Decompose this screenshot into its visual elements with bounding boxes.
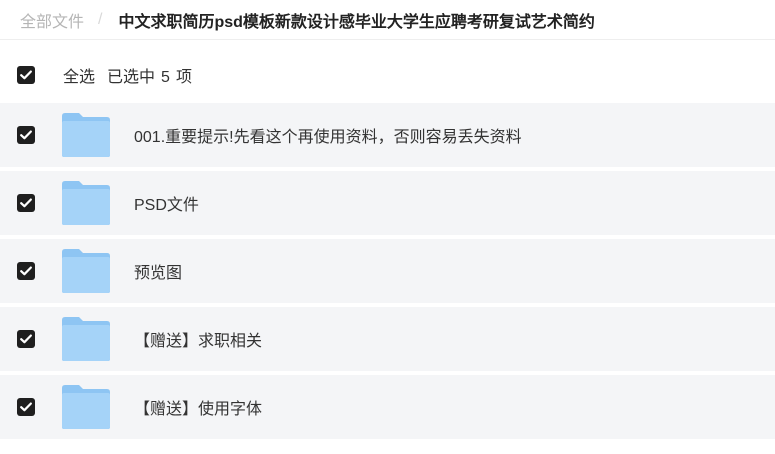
row-checkbox[interactable] bbox=[17, 194, 35, 212]
folder-icon bbox=[62, 385, 110, 429]
row-checkbox[interactable] bbox=[17, 398, 35, 416]
row-checkbox[interactable] bbox=[17, 126, 35, 144]
breadcrumb: 全部文件 / 中文求职简历psd模板新款设计感毕业大学生应聘考研复试艺术简约 bbox=[0, 0, 775, 40]
folder-icon bbox=[62, 317, 110, 361]
row-checkbox[interactable] bbox=[17, 262, 35, 280]
file-row[interactable]: 001.重要提示!先看这个再使用资料，否则容易丢失资料 bbox=[0, 103, 775, 167]
file-name[interactable]: 【赠送】使用字体 bbox=[134, 395, 262, 419]
breadcrumb-root-link[interactable]: 全部文件 bbox=[20, 8, 84, 32]
checkmark-icon bbox=[20, 266, 32, 276]
selected-suffix: 项 bbox=[175, 69, 192, 86]
select-all-checkbox[interactable] bbox=[17, 66, 35, 84]
breadcrumb-separator: / bbox=[98, 10, 103, 28]
checkmark-icon bbox=[20, 334, 32, 344]
selected-prefix: 已选中 bbox=[107, 69, 156, 86]
file-list: 001.重要提示!先看这个再使用资料，否则容易丢失资料 PSD文件 预览图 【赠… bbox=[0, 103, 775, 443]
file-row[interactable]: 预览图 bbox=[0, 239, 775, 303]
file-row[interactable]: 【赠送】使用字体 bbox=[0, 375, 775, 439]
file-name[interactable]: 【赠送】求职相关 bbox=[134, 327, 262, 351]
file-row[interactable]: 【赠送】求职相关 bbox=[0, 307, 775, 371]
breadcrumb-current-folder: 中文求职简历psd模板新款设计感毕业大学生应聘考研复试艺术简约 bbox=[118, 13, 595, 31]
file-name[interactable]: 001.重要提示!先看这个再使用资料，否则容易丢失资料 bbox=[134, 123, 522, 147]
checkmark-icon bbox=[20, 130, 32, 140]
folder-icon bbox=[62, 113, 110, 157]
checkmark-icon bbox=[20, 70, 32, 80]
folder-icon bbox=[62, 181, 110, 225]
file-name[interactable]: 预览图 bbox=[134, 259, 182, 283]
row-checkbox[interactable] bbox=[17, 330, 35, 348]
file-row[interactable]: PSD文件 bbox=[0, 171, 775, 235]
select-all-label[interactable]: 全选 bbox=[63, 63, 95, 87]
select-all-bar: 全选 已选中 5 项 bbox=[0, 52, 775, 98]
checkmark-icon bbox=[20, 402, 32, 412]
selected-count-text: 已选中 5 项 bbox=[107, 63, 198, 87]
file-name[interactable]: PSD文件 bbox=[134, 191, 199, 215]
folder-icon bbox=[62, 249, 110, 293]
checkmark-icon bbox=[20, 198, 32, 208]
selected-count: 5 bbox=[161, 69, 170, 86]
